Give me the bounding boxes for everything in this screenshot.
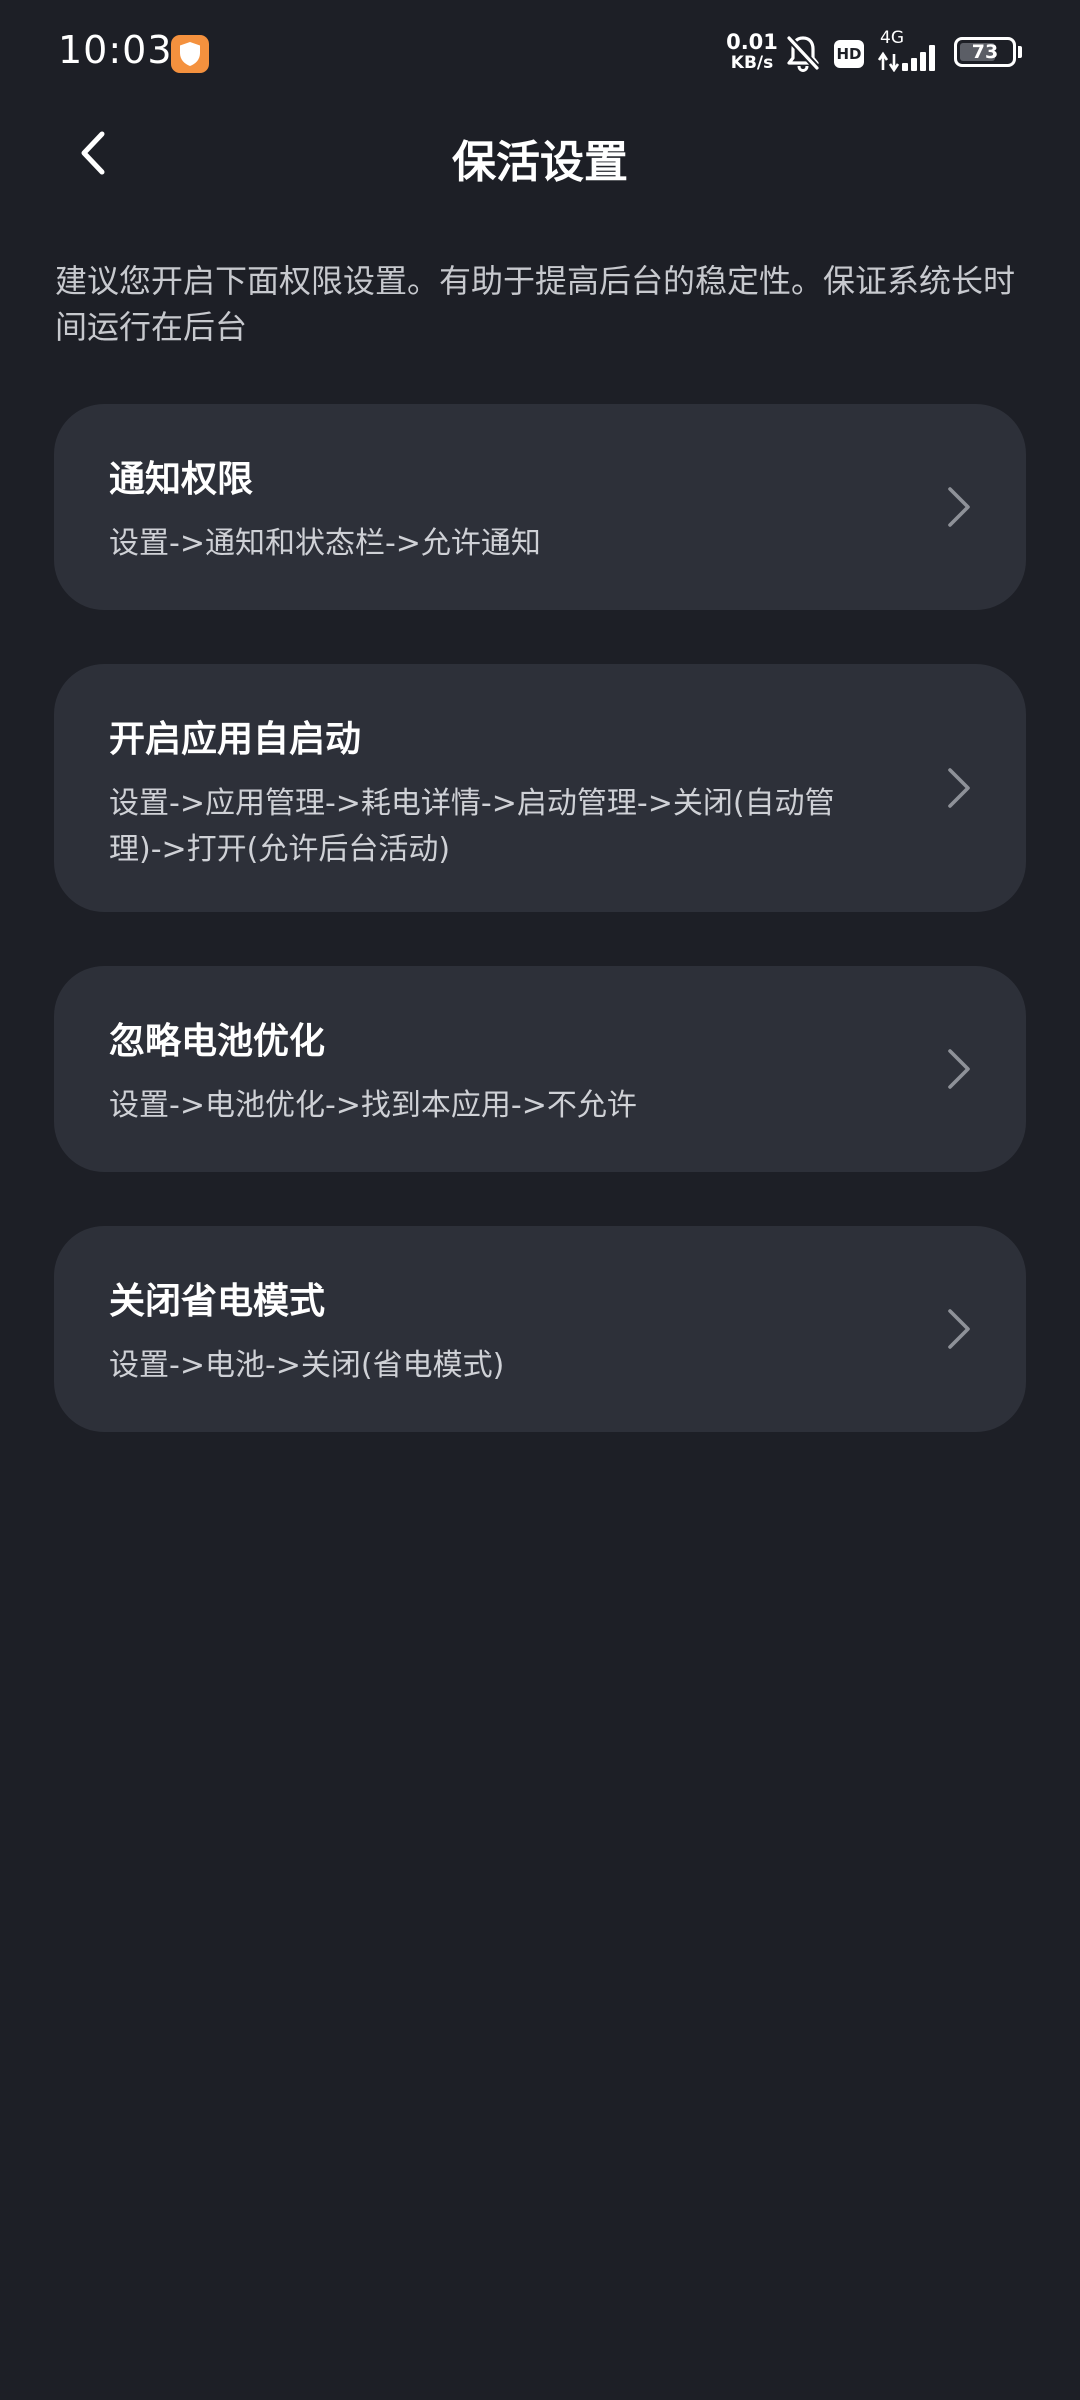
card-description: 设置->电池优化->找到本应用->不允许 bbox=[109, 1088, 637, 1123]
bell-off-icon bbox=[785, 34, 821, 76]
page-title: 保活设置 bbox=[452, 137, 628, 188]
status-bar: 10:03 0.01 KB/s HD 4G 73 bbox=[0, 0, 1080, 110]
chevron-right-icon bbox=[948, 1309, 970, 1349]
network-speed: 0.01 KB/s bbox=[726, 32, 778, 72]
shield-app-icon bbox=[171, 35, 209, 73]
network-speed-unit: KB/s bbox=[730, 53, 774, 73]
card-description: 设置->通知和状态栏->允许通知 bbox=[109, 526, 541, 561]
battery-tip bbox=[1018, 46, 1022, 58]
card-description: 设置->电池->关闭(省电模式) bbox=[109, 1348, 505, 1383]
signal-icon bbox=[876, 30, 942, 76]
card-description: 设置->应用管理->耗电详情->启动管理->关闭(自动管理)->打开(允许后台活… bbox=[109, 786, 835, 867]
card-ignore-battery-optimization[interactable]: 忽略电池优化 设置->电池优化->找到本应用->不允许 bbox=[54, 966, 1026, 1172]
status-time: 10:03 bbox=[58, 28, 173, 72]
card-disable-power-saving[interactable]: 关闭省电模式 设置->电池->关闭(省电模式) bbox=[54, 1226, 1026, 1432]
card-title: 关闭省电模式 bbox=[109, 1281, 326, 1322]
hd-icon: HD bbox=[834, 40, 864, 68]
card-auto-start[interactable]: 开启应用自启动 设置->应用管理->耗电详情->启动管理->关闭(自动管理)->… bbox=[54, 664, 1026, 912]
network-speed-value: 0.01 bbox=[726, 30, 778, 54]
chevron-right-icon bbox=[948, 1049, 970, 1089]
card-title: 通知权限 bbox=[109, 459, 254, 500]
page-description: 建议您开启下面权限设置。有助于提高后台的稳定性。保证系统长时间运行在后台 bbox=[55, 262, 1016, 346]
keep-alive-settings-screen: 10:03 0.01 KB/s HD 4G 73 保活设置 建议您开启下面权限设… bbox=[0, 0, 1080, 2400]
battery-icon: 73 bbox=[954, 37, 1016, 67]
card-title: 开启应用自启动 bbox=[109, 719, 362, 760]
card-title: 忽略电池优化 bbox=[109, 1021, 326, 1062]
card-notification-permission[interactable]: 通知权限 设置->通知和状态栏->允许通知 bbox=[54, 404, 1026, 610]
chevron-right-icon bbox=[948, 768, 970, 808]
chevron-right-icon bbox=[948, 487, 970, 527]
battery-level: 73 bbox=[971, 41, 999, 63]
